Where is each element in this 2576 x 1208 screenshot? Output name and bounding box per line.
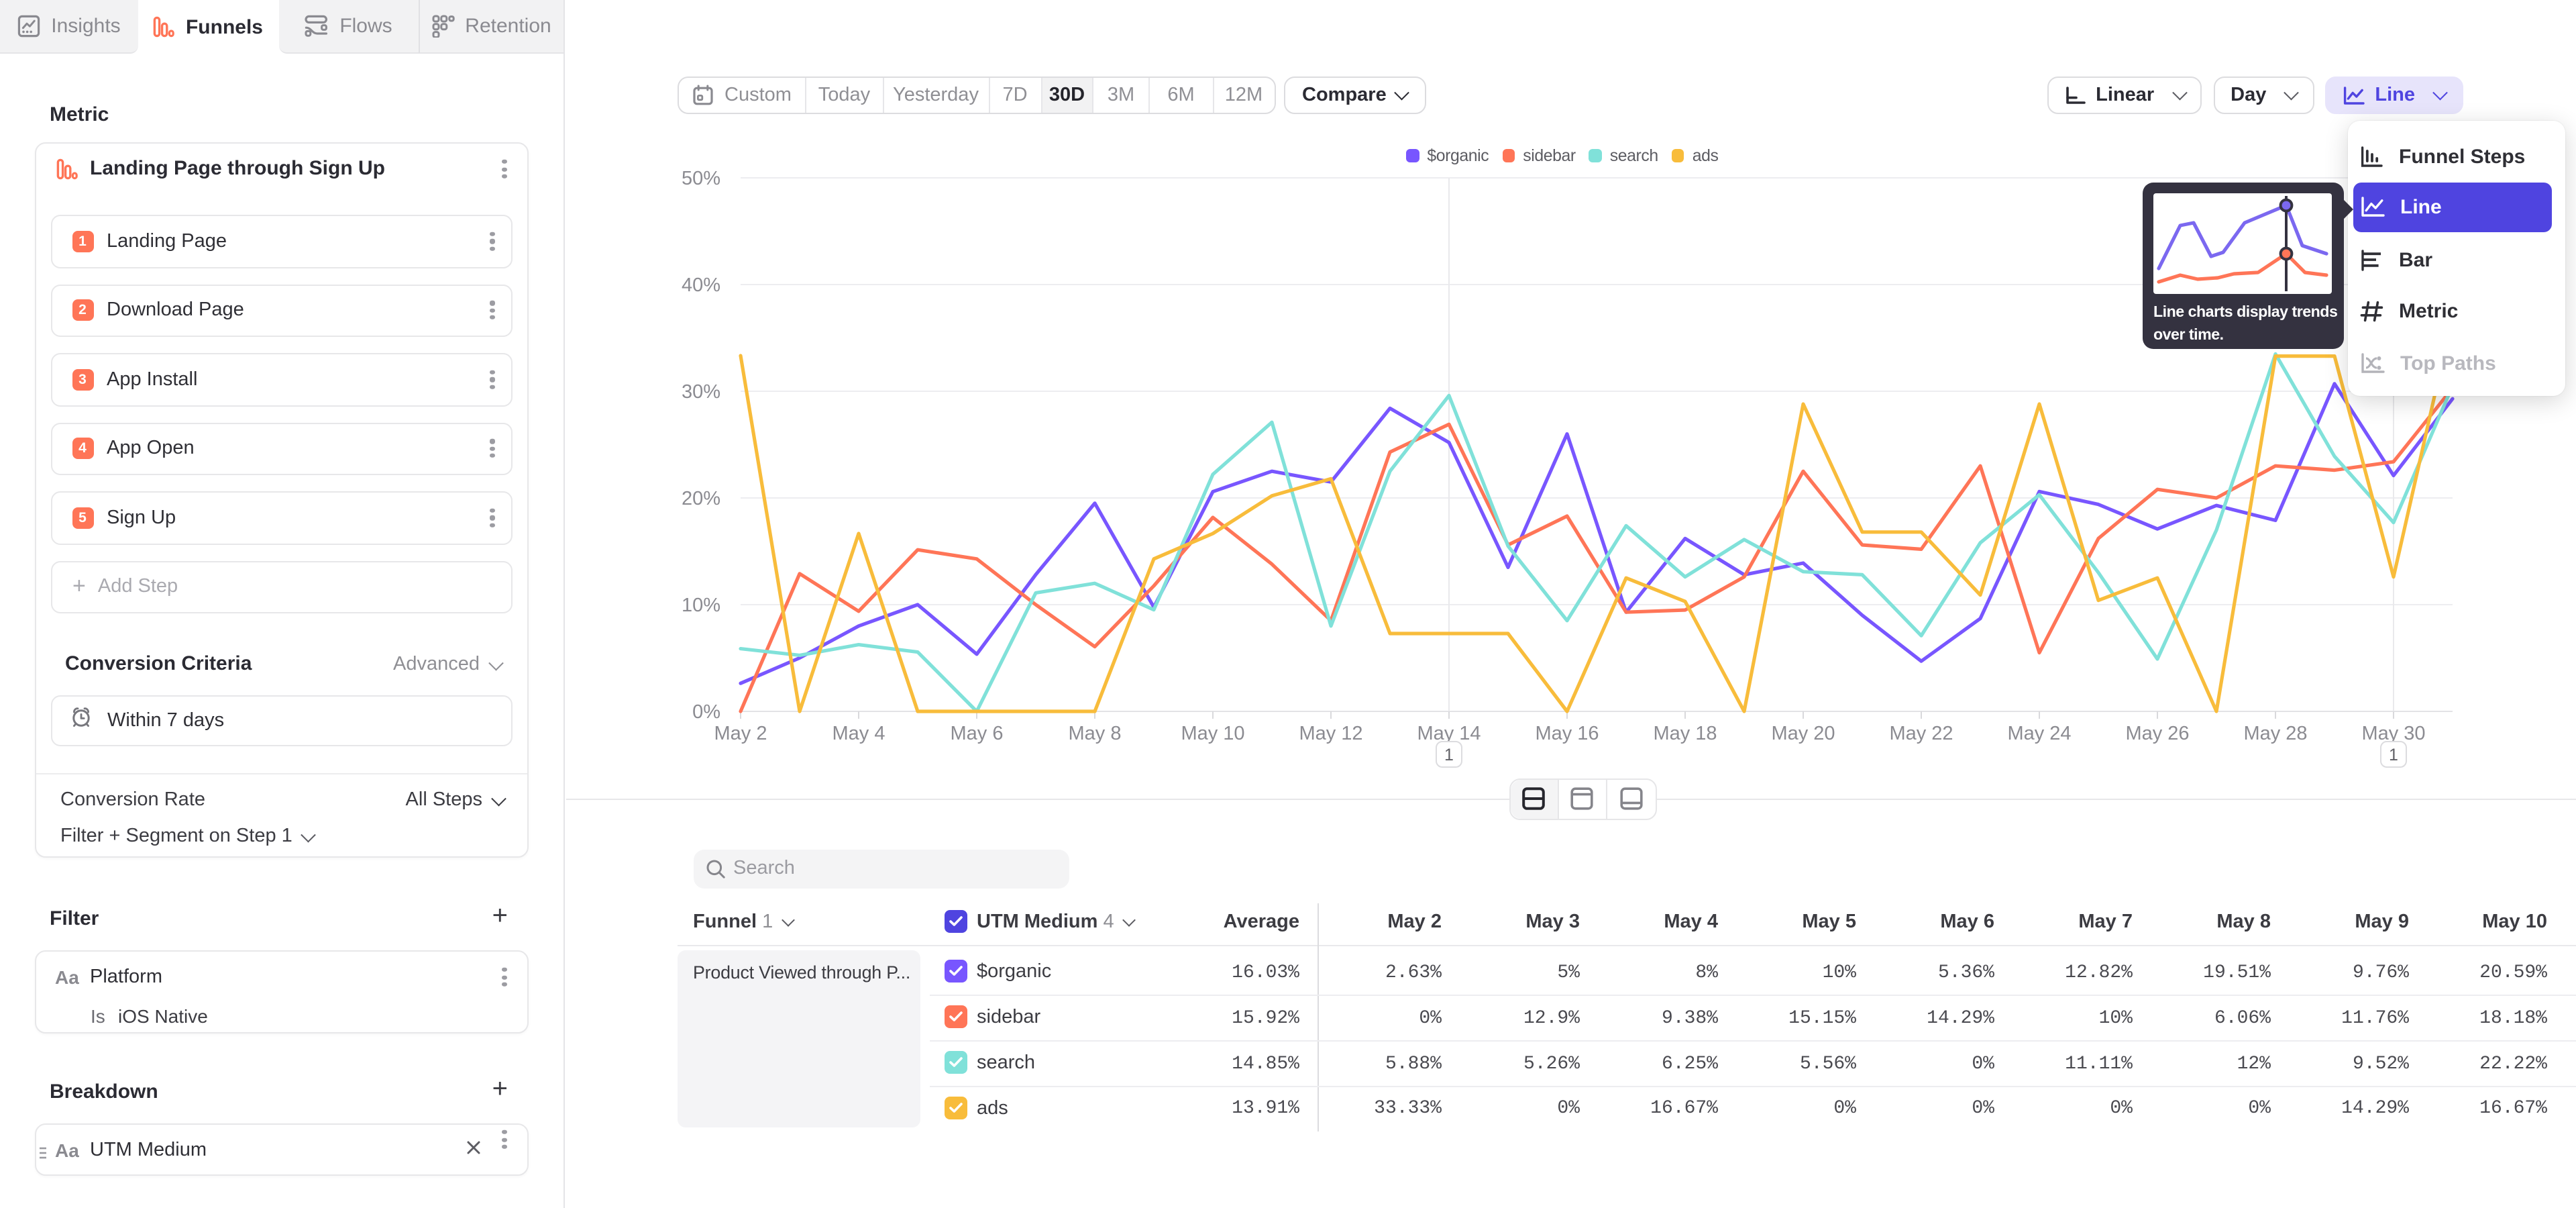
svg-text:20%: 20% (681, 488, 720, 509)
svg-text:May 18: May 18 (1652, 723, 1716, 744)
svg-text:May 8: May 8 (1068, 723, 1121, 744)
svg-text:May 12: May 12 (1298, 723, 1362, 744)
svg-text:May 16: May 16 (1534, 723, 1598, 744)
svg-text:1: 1 (2388, 746, 2398, 764)
svg-text:May 2: May 2 (714, 723, 767, 744)
svg-text:30%: 30% (681, 381, 720, 403)
svg-text:May 4: May 4 (832, 723, 885, 744)
svg-text:May 20: May 20 (1770, 723, 1834, 744)
svg-text:10%: 10% (681, 595, 720, 616)
svg-text:May 22: May 22 (1888, 723, 1952, 744)
svg-text:May 10: May 10 (1180, 723, 1244, 744)
svg-text:May 24: May 24 (2006, 723, 2070, 744)
svg-text:May 28: May 28 (2243, 723, 2306, 744)
svg-text:50%: 50% (681, 168, 720, 189)
svg-text:40%: 40% (681, 274, 720, 296)
svg-text:1: 1 (1444, 746, 1453, 764)
svg-text:May 6: May 6 (950, 723, 1003, 744)
svg-text:May 26: May 26 (2125, 723, 2188, 744)
svg-text:0%: 0% (692, 701, 720, 723)
